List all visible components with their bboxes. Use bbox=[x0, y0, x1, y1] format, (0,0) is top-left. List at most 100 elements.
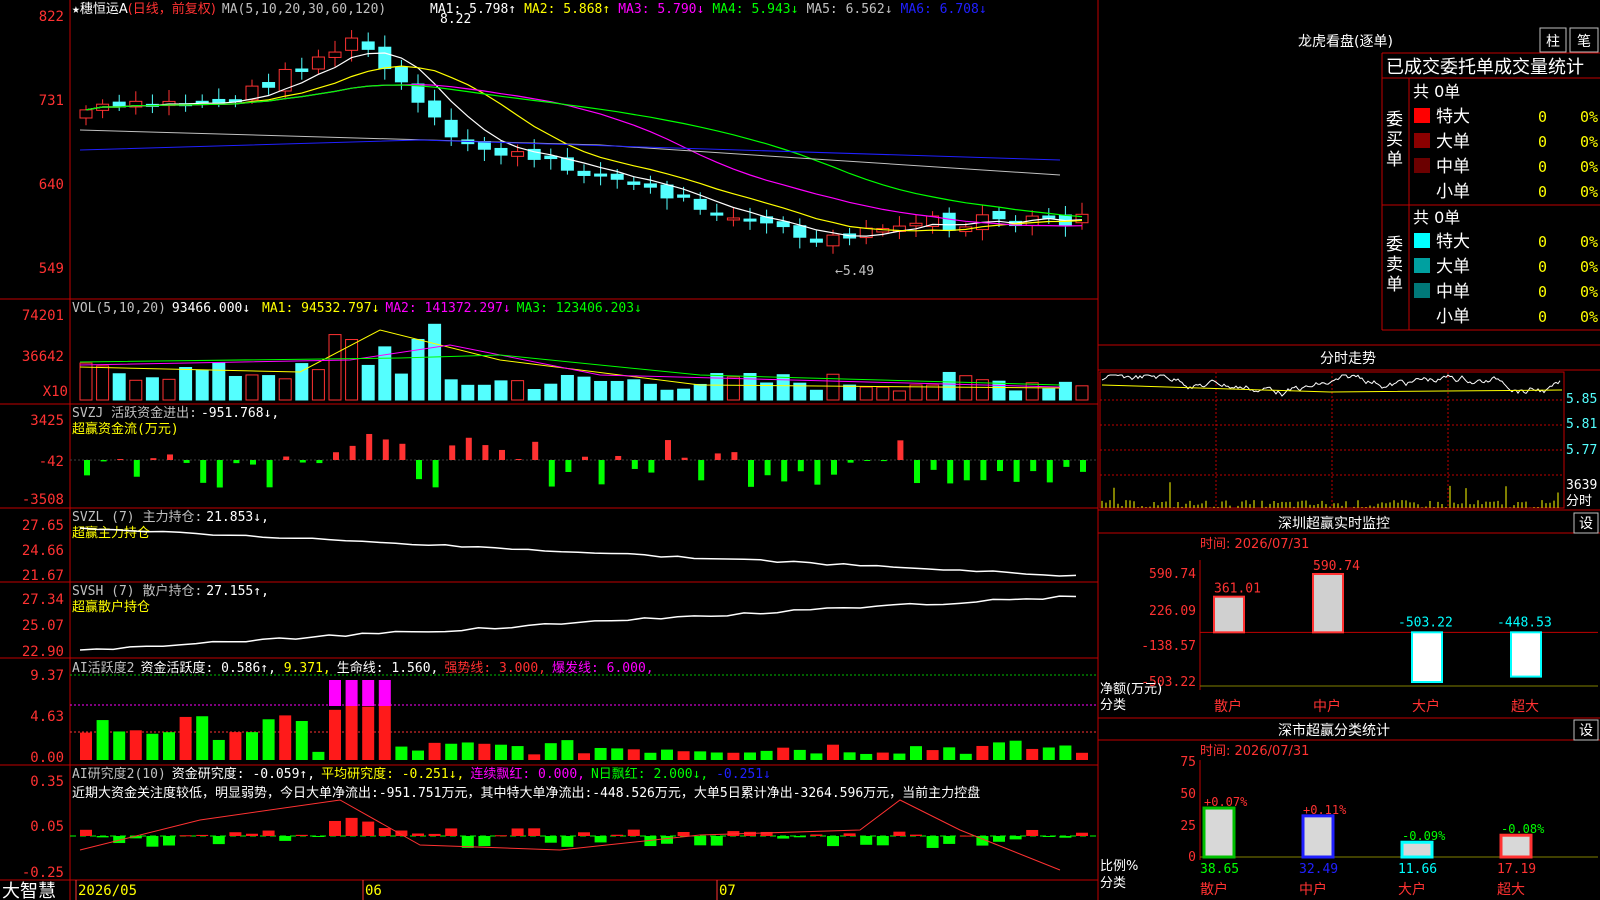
stats-bar bbox=[1499, 833, 1533, 859]
monitor-bar bbox=[1213, 595, 1245, 634]
stats-bar-value: 32.49 bbox=[1299, 862, 1338, 877]
volume-bar bbox=[278, 378, 292, 401]
stats-xlabel: 分类 bbox=[1100, 876, 1126, 891]
activity-bar bbox=[594, 747, 607, 760]
activity-bar bbox=[295, 720, 308, 760]
svsh-tick: 22.90 bbox=[22, 644, 64, 660]
research-bar bbox=[827, 836, 839, 847]
volume-bar bbox=[809, 389, 823, 401]
fund-flow-bar bbox=[416, 460, 422, 480]
main-holding-line bbox=[79, 527, 1077, 577]
activity-bar bbox=[1009, 740, 1022, 760]
volume-bar bbox=[345, 339, 359, 401]
volume-bar bbox=[843, 384, 857, 401]
ai1-label: 资金活跃度: bbox=[140, 660, 213, 676]
activity-bar bbox=[246, 732, 258, 760]
price-tick: 549 bbox=[39, 261, 64, 277]
research-bar bbox=[959, 835, 972, 837]
activity-bar bbox=[329, 709, 341, 760]
ma-label: MA2: bbox=[524, 2, 555, 17]
fund-flow-bar bbox=[797, 460, 804, 472]
research-bar bbox=[279, 836, 292, 841]
order-pct: 0% bbox=[1580, 233, 1598, 251]
fund-flow-bar bbox=[283, 456, 290, 460]
date-label: 2026/05 bbox=[78, 883, 137, 899]
activity-bar bbox=[993, 742, 1005, 760]
fund-flow-bar bbox=[183, 460, 190, 463]
candle bbox=[212, 98, 226, 103]
activity-bar bbox=[478, 743, 491, 760]
fund-flow-bar bbox=[831, 460, 837, 475]
ai2-title: AI研究度2(10) bbox=[72, 766, 166, 782]
volume-bar bbox=[942, 371, 956, 401]
candle bbox=[726, 217, 740, 221]
buy-side-label: 委 bbox=[1386, 110, 1403, 130]
candle bbox=[942, 212, 956, 231]
candle bbox=[992, 210, 1006, 220]
order-pct: 0% bbox=[1580, 283, 1598, 301]
volume-bar bbox=[726, 376, 740, 401]
candle bbox=[295, 68, 309, 72]
volume-bar bbox=[1075, 385, 1089, 401]
fund-flow-bar bbox=[382, 439, 389, 460]
activity-bar bbox=[229, 732, 242, 760]
research-bar bbox=[694, 836, 707, 846]
activity-bar-peak bbox=[378, 680, 391, 706]
tick-view-button-label: 笔 bbox=[1577, 34, 1591, 50]
order-pct: 0% bbox=[1580, 258, 1598, 276]
order-type: 中单 bbox=[1436, 282, 1470, 302]
stats-panel: 深市超赢分类统计 设 时间: 2026/07/31 75 50 25 0 比例%… bbox=[1100, 719, 1599, 898]
activity-bar bbox=[113, 731, 126, 760]
order-color-swatch bbox=[1414, 158, 1430, 173]
fenshi-title: 分时走势 bbox=[1320, 351, 1376, 367]
candle bbox=[544, 155, 558, 160]
activity-bar bbox=[578, 753, 590, 760]
activity-bar bbox=[910, 746, 922, 760]
stats-title: 深市超赢分类统计 bbox=[1278, 722, 1390, 739]
svg-text:★穗恒运A(日线，前复权)MA(5,10,20,30,60,: ★穗恒运A(日线，前复权) MA(5,10,20,30,60,120) bbox=[72, 1, 386, 17]
activity-bar bbox=[644, 752, 657, 760]
activity-bar bbox=[1059, 745, 1072, 760]
chart-canvas[interactable]: 822 731 640 549 74201 36642 X10 3425 -42… bbox=[0, 0, 1600, 900]
activity-bar bbox=[760, 750, 773, 760]
svzj-title: SVZJ 活跃资金进出: bbox=[72, 405, 197, 421]
fund-flow-bar bbox=[781, 460, 788, 482]
stats-bar-value: 38.65 bbox=[1200, 862, 1239, 877]
activity-bar-peak bbox=[362, 680, 375, 706]
stats-bar-change: -0.08% bbox=[1501, 822, 1545, 836]
fund-flow-bar bbox=[897, 440, 904, 460]
activity-bar bbox=[777, 747, 790, 760]
fund-flow-bar bbox=[84, 460, 90, 476]
volume-bar bbox=[262, 375, 276, 401]
candle bbox=[610, 173, 624, 180]
fund-flow-bar bbox=[482, 445, 489, 460]
candle bbox=[627, 181, 641, 185]
fund-flow-bar bbox=[449, 445, 456, 460]
volume-bar bbox=[129, 379, 143, 401]
order-type: 大单 bbox=[1436, 257, 1470, 277]
fund-flow-bar bbox=[980, 460, 987, 481]
research-bar bbox=[445, 828, 458, 836]
stats-bar-change: -0.09% bbox=[1402, 829, 1446, 843]
order-color-swatch bbox=[1414, 133, 1430, 148]
volume-bar bbox=[859, 386, 873, 401]
fund-flow-bar bbox=[847, 460, 854, 463]
research-bar bbox=[611, 834, 624, 836]
activity-bar bbox=[976, 745, 989, 760]
research-bar bbox=[212, 836, 225, 845]
ai1-value: 6.000, bbox=[599, 661, 654, 676]
candle bbox=[577, 170, 591, 176]
svsh-header: SVSH (7) 散户持仓: 27.155↑, 超赢散户持仓 bbox=[72, 583, 269, 615]
research-bar bbox=[395, 830, 408, 836]
stats-time: 时间: 2026/07/31 bbox=[1200, 744, 1309, 759]
fenshi-price-line bbox=[1101, 374, 1561, 397]
svzl-header: SVZL (7) 主力持仓: 21.853↓, 超赢主力持仓 bbox=[72, 510, 269, 541]
research-bar bbox=[1076, 832, 1088, 836]
candle bbox=[511, 151, 525, 157]
fund-flow-bar bbox=[864, 460, 871, 461]
research-bar bbox=[810, 834, 823, 836]
ma-label: MA5: bbox=[806, 2, 837, 17]
order-type: 小单 bbox=[1436, 182, 1470, 202]
fund-flow-bar bbox=[150, 458, 157, 460]
activity-bar bbox=[1076, 752, 1088, 760]
